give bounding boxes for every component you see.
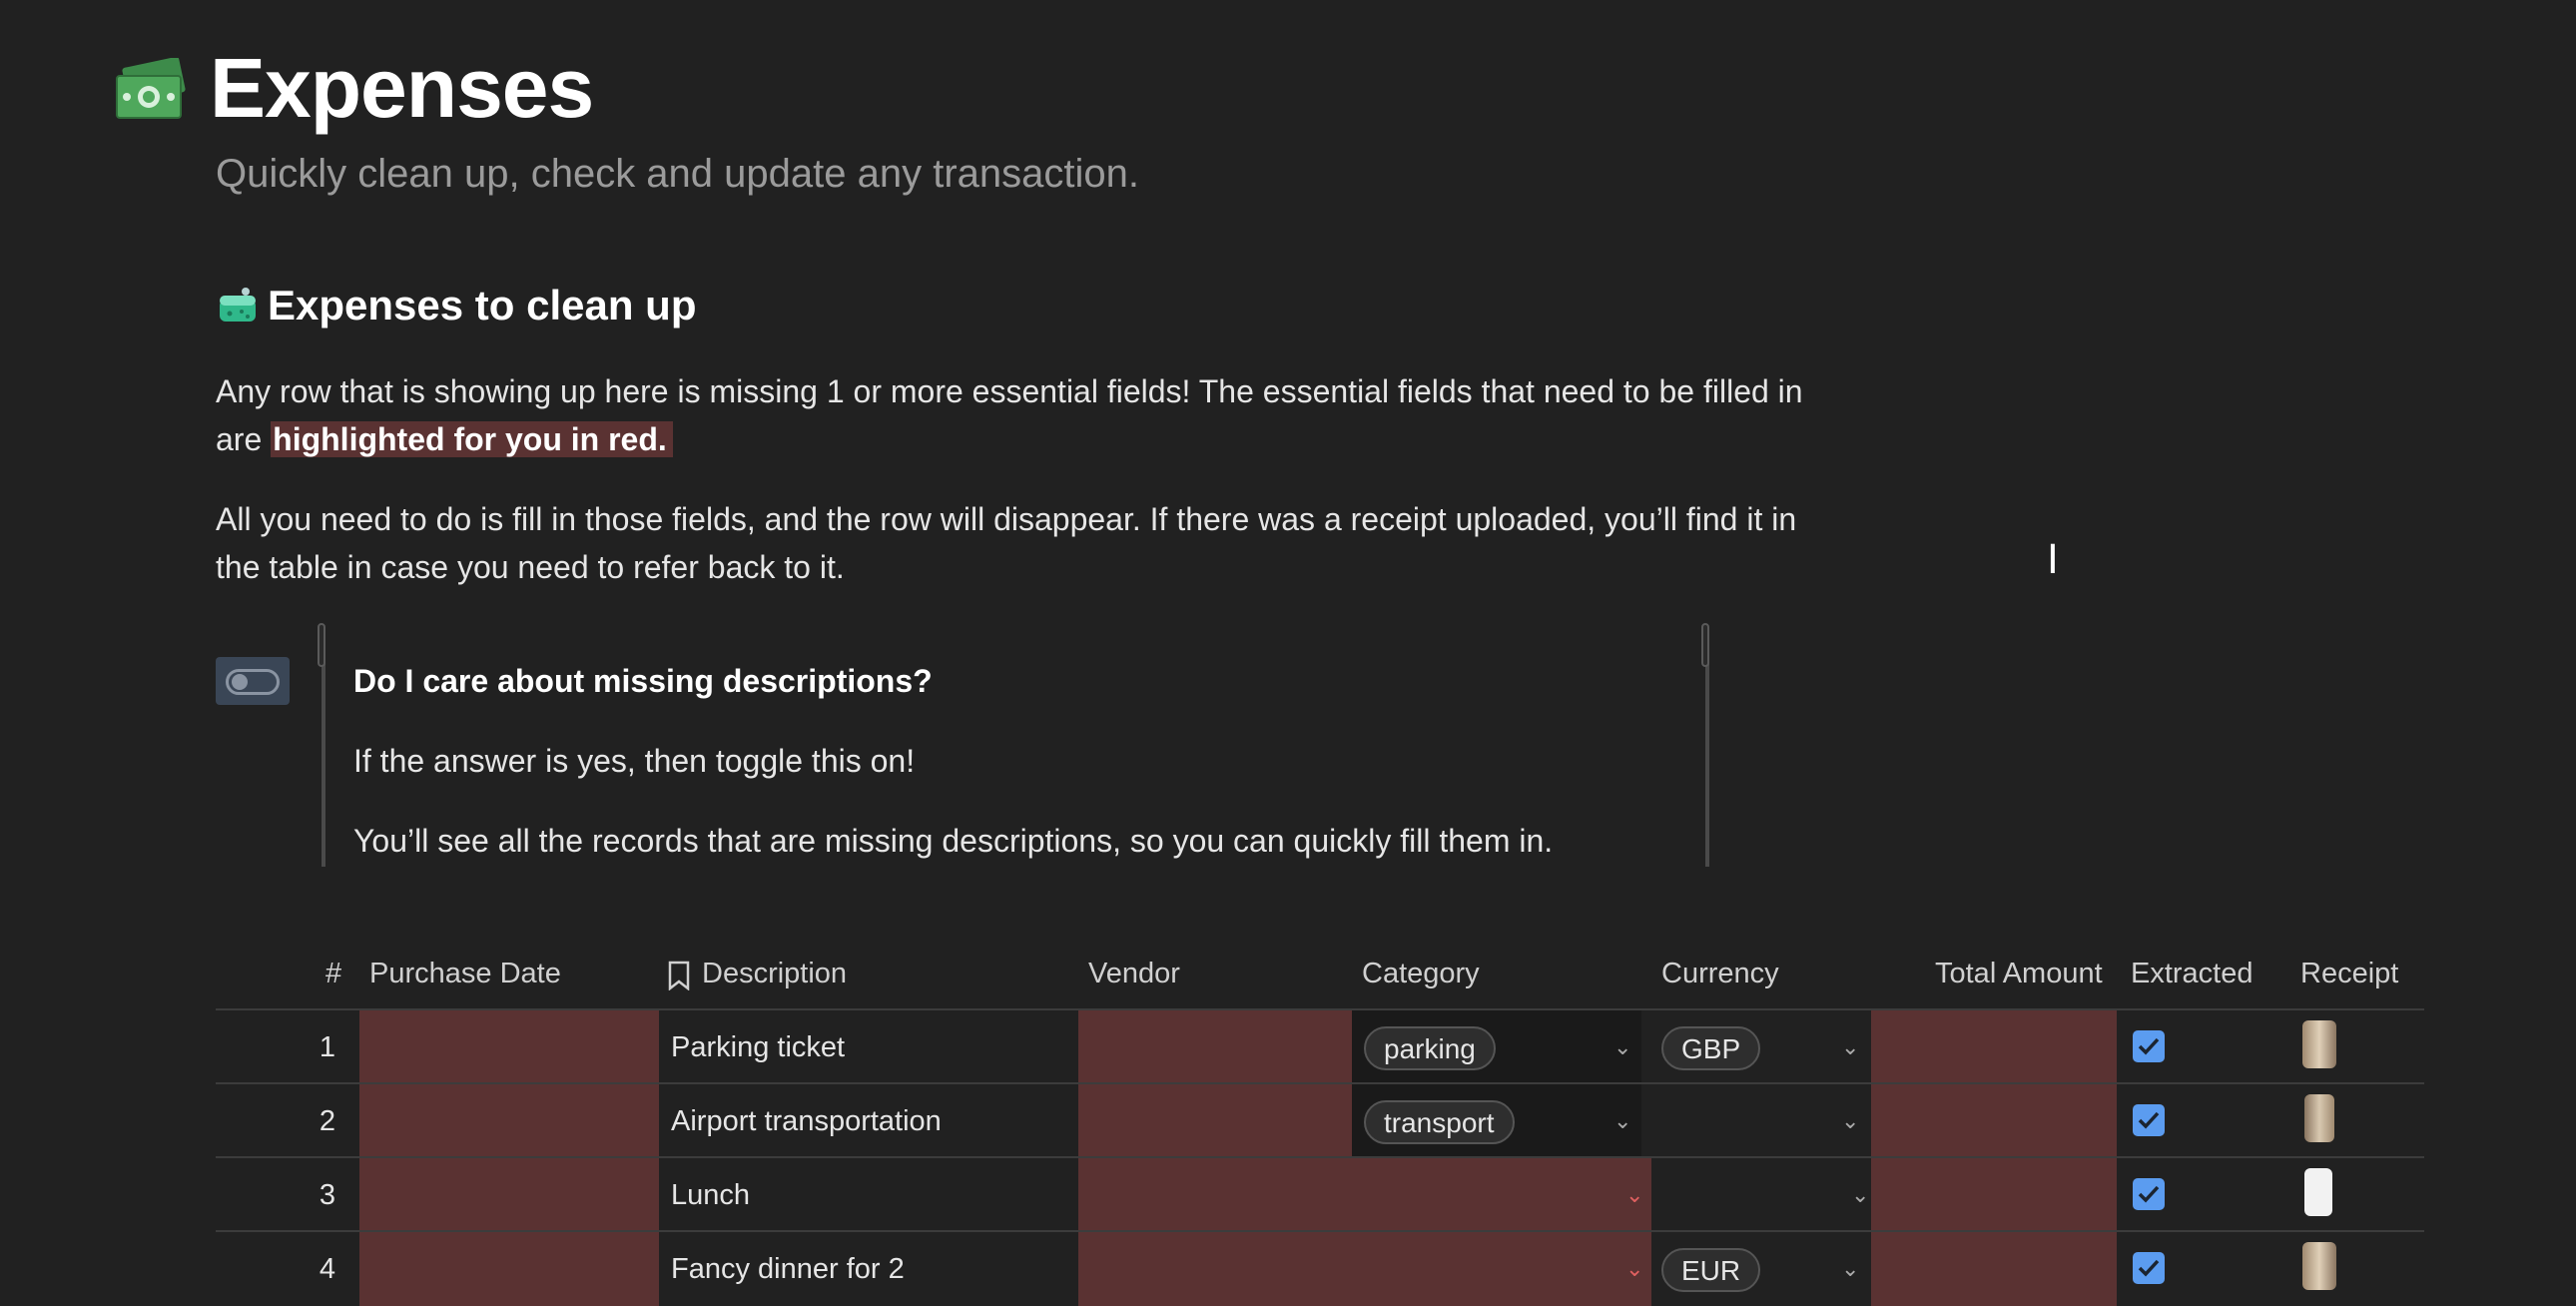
currency-pill: EUR — [1661, 1248, 1761, 1293]
column-header-total-amount[interactable]: Total Amount — [1935, 943, 2103, 1004]
receipt-thumbnail[interactable] — [2304, 1094, 2334, 1142]
instructions-paragraph: All you need to do is fill in those fiel… — [216, 501, 1797, 585]
row-number: 2 — [319, 1105, 335, 1137]
vendor-cell[interactable] — [1078, 1084, 1368, 1158]
description-cell[interactable]: Parking ticket — [659, 1010, 1078, 1084]
currency-cell[interactable]: GBP ⌄ — [1651, 1010, 1871, 1084]
vendor-cell[interactable] — [1078, 1158, 1368, 1232]
total-amount-cell[interactable] — [1871, 1084, 2117, 1158]
purchase-date-cell[interactable] — [359, 1084, 659, 1158]
callout-left-resize-handle[interactable] — [318, 623, 325, 667]
page-title: Expenses — [210, 41, 594, 135]
text-cursor-icon: I — [2047, 537, 2059, 583]
column-header-currency[interactable]: Currency — [1661, 943, 1779, 1004]
row-number: 1 — [319, 1031, 335, 1063]
section-heading: Expenses to clean up — [268, 282, 697, 328]
page-subtitle: Quickly clean up, check and update any t… — [216, 152, 1139, 196]
chevron-down-icon[interactable]: ⌄ — [1625, 1232, 1643, 1306]
table-row[interactable]: 4 Fancy dinner for 2 ⌄ EUR ⌄ — [216, 1230, 2424, 1306]
currency-cell[interactable]: ⌄ — [1651, 1158, 1871, 1232]
vendor-cell[interactable] — [1078, 1010, 1368, 1084]
toggle-knob — [232, 674, 248, 690]
row-number: 3 — [319, 1179, 335, 1211]
callout-title: Do I care about missing descriptions? — [353, 663, 933, 699]
money-bills-icon — [115, 56, 187, 122]
currency-cell[interactable]: EUR ⌄ — [1651, 1232, 1871, 1306]
table-row[interactable]: 1 Parking ticket parking ⌄ GBP ⌄ — [216, 1008, 2424, 1084]
column-header-category[interactable]: Category — [1362, 943, 1480, 1004]
purchase-date-cell[interactable] — [359, 1010, 659, 1084]
chevron-down-icon[interactable]: ⌄ — [1613, 1084, 1631, 1158]
missing-descriptions-toggle[interactable] — [216, 657, 290, 705]
purchase-date-cell[interactable] — [359, 1158, 659, 1232]
total-amount-cell[interactable] — [1871, 1010, 2117, 1084]
category-cell[interactable]: ⌄ — [1352, 1232, 1651, 1306]
sponge-icon — [216, 284, 260, 327]
table-row[interactable]: 2 Airport transportation transport ⌄ ⌄ — [216, 1082, 2424, 1158]
chevron-down-icon[interactable]: ⌄ — [1841, 1010, 1859, 1084]
column-header-extracted[interactable]: Extracted — [2131, 943, 2254, 1004]
receipt-thumbnail[interactable] — [2302, 1020, 2336, 1068]
table-row[interactable]: 3 Lunch ⌄ ⌄ — [216, 1156, 2424, 1232]
callout-line-2: You’ll see all the records that are miss… — [353, 823, 1554, 859]
purchase-date-cell[interactable] — [359, 1232, 659, 1306]
extracted-checkbox[interactable] — [2133, 1030, 2165, 1062]
total-amount-cell[interactable] — [1871, 1158, 2117, 1232]
total-amount-cell[interactable] — [1871, 1232, 2117, 1306]
expenses-table: # Purchase Date Description Vendor Categ… — [216, 943, 2424, 1306]
column-header-receipt[interactable]: Receipt — [2300, 943, 2398, 1004]
category-pill: transport — [1364, 1100, 1515, 1145]
intro-paragraph: Any row that is showing up here is missi… — [216, 367, 1833, 463]
category-pill: parking — [1364, 1026, 1496, 1071]
row-number: 4 — [319, 1253, 335, 1285]
chevron-down-icon[interactable]: ⌄ — [1841, 1232, 1859, 1306]
receipt-thumbnail[interactable] — [2304, 1168, 2332, 1216]
toggle-track — [226, 669, 280, 695]
category-cell[interactable]: transport ⌄ — [1352, 1084, 1641, 1158]
chevron-down-icon[interactable]: ⌄ — [1613, 1010, 1631, 1084]
description-cell[interactable]: Airport transportation — [659, 1084, 1078, 1158]
category-cell[interactable]: parking ⌄ — [1352, 1010, 1641, 1084]
bookmark-icon — [667, 943, 697, 1004]
chevron-down-icon[interactable]: ⌄ — [1841, 1084, 1859, 1158]
callout-line-1: If the answer is yes, then toggle this o… — [353, 743, 916, 779]
highlighted-text: highlighted for you in red. — [271, 421, 673, 457]
chevron-down-icon[interactable]: ⌄ — [1625, 1158, 1643, 1232]
extracted-checkbox[interactable] — [2133, 1178, 2165, 1210]
description-cell[interactable]: Lunch — [659, 1158, 1078, 1232]
description-cell[interactable]: Fancy dinner for 2 — [659, 1232, 1078, 1306]
currency-pill: GBP — [1661, 1026, 1761, 1071]
callout-right-resize-handle[interactable] — [1701, 623, 1709, 667]
column-header-purchase-date[interactable]: Purchase Date — [369, 943, 561, 1004]
column-header-vendor[interactable]: Vendor — [1088, 943, 1180, 1004]
vendor-cell[interactable] — [1078, 1232, 1368, 1306]
extracted-checkbox[interactable] — [2133, 1104, 2165, 1136]
category-cell[interactable]: ⌄ — [1352, 1158, 1651, 1232]
receipt-thumbnail[interactable] — [2302, 1242, 2336, 1290]
column-header-number[interactable]: # — [325, 943, 341, 1004]
column-header-description[interactable]: Description — [702, 943, 847, 1004]
chevron-down-icon[interactable]: ⌄ — [1851, 1158, 1869, 1232]
currency-cell[interactable]: ⌄ — [1651, 1084, 1871, 1158]
extracted-checkbox[interactable] — [2133, 1252, 2165, 1284]
